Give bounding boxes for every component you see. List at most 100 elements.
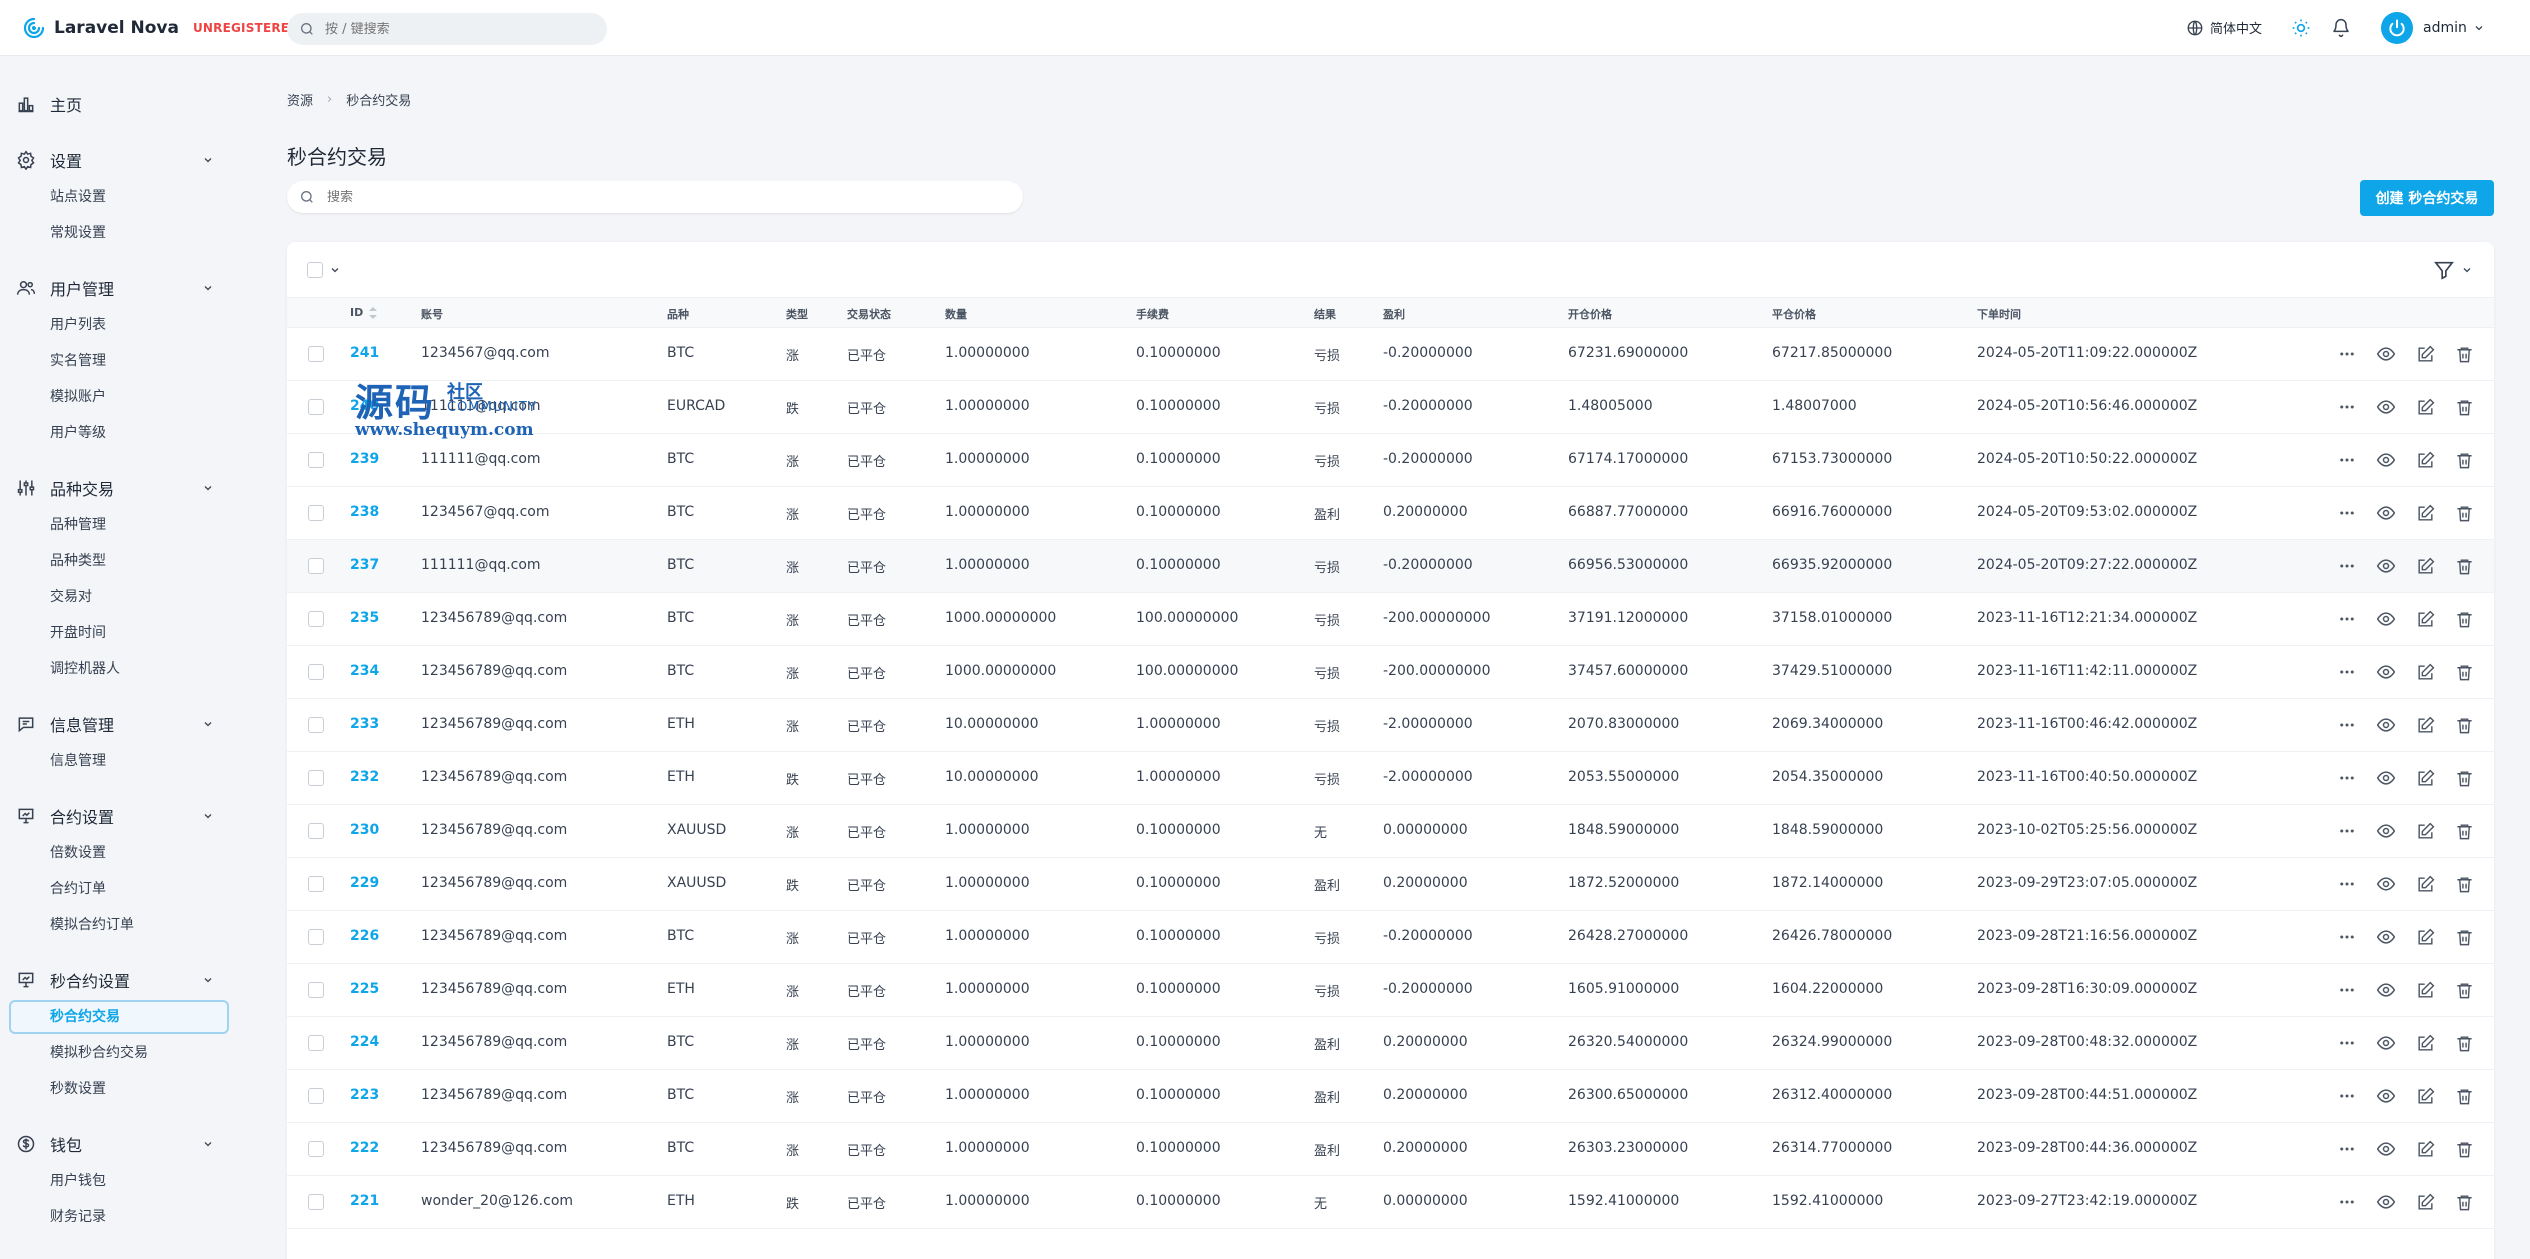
trash-icon[interactable] [2453,555,2475,577]
edit-icon[interactable] [2414,608,2436,630]
table-row[interactable]: 225 123456789@qq.com ETH 涨 已平仓 1.00000000 0.10… [287,964,2494,1017]
edit-icon[interactable] [2414,343,2436,365]
sidebar-group-messages[interactable]: 信息管理 [0,710,230,738]
eye-icon[interactable] [2375,767,2397,789]
cell-id[interactable]: 232 [350,769,379,785]
more-icon[interactable] [2336,767,2358,789]
more-icon[interactable] [2336,1138,2358,1160]
sidebar-item-site-settings[interactable]: 站点设置 [50,186,106,206]
column-header-id[interactable]: ID [350,306,378,319]
sidebar-item-second-contract-trades[interactable]: 秒合约交易 [9,1000,229,1034]
sidebar-item-user-levels[interactable]: 用户等级 [50,422,106,442]
trash-icon[interactable] [2453,343,2475,365]
row-checkbox[interactable] [308,770,324,786]
cell-id[interactable]: 224 [350,1034,379,1050]
trash-icon[interactable] [2453,873,2475,895]
sidebar-item-trading-pairs[interactable]: 交易对 [50,586,92,606]
more-icon[interactable] [2336,820,2358,842]
sidebar-group-wallet[interactable]: 钱包 [0,1130,230,1158]
user-menu[interactable]: admin [2381,12,2485,44]
trash-icon[interactable] [2453,502,2475,524]
resource-search[interactable] [287,181,1023,213]
edit-icon[interactable] [2414,767,2436,789]
row-checkbox[interactable] [308,558,324,574]
sidebar-item-contract-orders[interactable]: 合约订单 [50,878,106,898]
sidebar-item-leverage-settings[interactable]: 倍数设置 [50,842,106,862]
eye-icon[interactable] [2375,926,2397,948]
sidebar-item-seconds-settings[interactable]: 秒数设置 [50,1078,106,1098]
more-icon[interactable] [2336,502,2358,524]
table-row[interactable]: 233 123456789@qq.com ETH 涨 已平仓 10.00000000 1.0… [287,699,2494,752]
trash-icon[interactable] [2453,608,2475,630]
breadcrumb-root[interactable]: 资源 [287,90,313,109]
sidebar-item-kyc[interactable]: 实名管理 [50,350,106,370]
select-all-control[interactable] [307,262,341,278]
sidebar-item-market-hours[interactable]: 开盘时间 [50,622,106,642]
row-checkbox[interactable] [308,1141,324,1157]
trash-icon[interactable] [2453,926,2475,948]
cell-id[interactable]: 234 [350,663,379,679]
row-checkbox[interactable] [308,823,324,839]
eye-icon[interactable] [2375,555,2397,577]
cell-id[interactable]: 238 [350,504,379,520]
edit-icon[interactable] [2414,1085,2436,1107]
table-row[interactable]: 229 123456789@qq.com XAUUSD 跌 已平仓 1.00000000 0… [287,858,2494,911]
more-icon[interactable] [2336,343,2358,365]
edit-icon[interactable] [2414,1191,2436,1213]
eye-icon[interactable] [2375,820,2397,842]
table-row[interactable]: 222 123456789@qq.com BTC 涨 已平仓 1.00000000 0.10… [287,1123,2494,1176]
cell-id[interactable]: 230 [350,822,379,838]
eye-icon[interactable] [2375,1191,2397,1213]
eye-icon[interactable] [2375,714,2397,736]
eye-icon[interactable] [2375,608,2397,630]
table-row[interactable]: 237 111111@qq.com BTC 涨 已平仓 1.00000000 0.10000… [287,540,2494,593]
row-checkbox[interactable] [308,982,324,998]
edit-icon[interactable] [2414,873,2436,895]
global-search[interactable] [287,13,607,45]
row-checkbox[interactable] [308,1088,324,1104]
trash-icon[interactable] [2453,449,2475,471]
row-checkbox[interactable] [308,717,324,733]
table-row[interactable]: 224 123456789@qq.com BTC 涨 已平仓 1.00000000 0.10… [287,1017,2494,1070]
trash-icon[interactable] [2453,1191,2475,1213]
cell-id[interactable]: 223 [350,1087,379,1103]
trash-icon[interactable] [2453,1032,2475,1054]
theme-toggle-sun-icon[interactable] [2291,18,2311,38]
table-row[interactable]: 226 123456789@qq.com BTC 涨 已平仓 1.00000000 0.10… [287,911,2494,964]
filter-button[interactable] [2433,259,2473,281]
row-checkbox[interactable] [308,876,324,892]
trash-icon[interactable] [2453,1138,2475,1160]
row-checkbox[interactable] [308,452,324,468]
table-row[interactable]: 221 wonder_20@126.com ETH 跌 已平仓 1.00000000 0.1… [287,1176,2494,1229]
sidebar-item-instrument-types[interactable]: 品种类型 [50,550,106,570]
row-checkbox[interactable] [308,1035,324,1051]
sidebar-group-dashboard[interactable]: 主页 [0,90,230,118]
cell-id[interactable]: 241 [350,345,379,361]
trash-icon[interactable] [2453,979,2475,1001]
trash-icon[interactable] [2453,661,2475,683]
trash-icon[interactable] [2453,820,2475,842]
edit-icon[interactable] [2414,502,2436,524]
sidebar-item-demo-contract-orders[interactable]: 模拟合约订单 [50,914,134,934]
table-row[interactable]: 239 111111@qq.com BTC 涨 已平仓 1.00000000 0.10000… [287,434,2494,487]
cell-id[interactable]: 225 [350,981,379,997]
more-icon[interactable] [2336,396,2358,418]
trash-icon[interactable] [2453,396,2475,418]
table-row[interactable]: 238 1234567@qq.com BTC 涨 已平仓 1.00000000 0.1000… [287,487,2494,540]
more-icon[interactable] [2336,661,2358,683]
edit-icon[interactable] [2414,1032,2436,1054]
cell-id[interactable]: 229 [350,875,379,891]
table-row[interactable]: 230 123456789@qq.com XAUUSD 涨 已平仓 1.00000000 0… [287,805,2494,858]
row-checkbox[interactable] [308,1194,324,1210]
cell-id[interactable]: 239 [350,451,379,467]
more-icon[interactable] [2336,979,2358,1001]
more-icon[interactable] [2336,1191,2358,1213]
row-checkbox[interactable] [308,611,324,627]
eye-icon[interactable] [2375,979,2397,1001]
trash-icon[interactable] [2453,767,2475,789]
more-icon[interactable] [2336,555,2358,577]
sidebar-group-second-contracts[interactable]: 秒合约设置 [0,966,230,994]
more-icon[interactable] [2336,608,2358,630]
cell-id[interactable]: 226 [350,928,379,944]
sidebar-item-control-bot[interactable]: 调控机器人 [50,658,120,678]
